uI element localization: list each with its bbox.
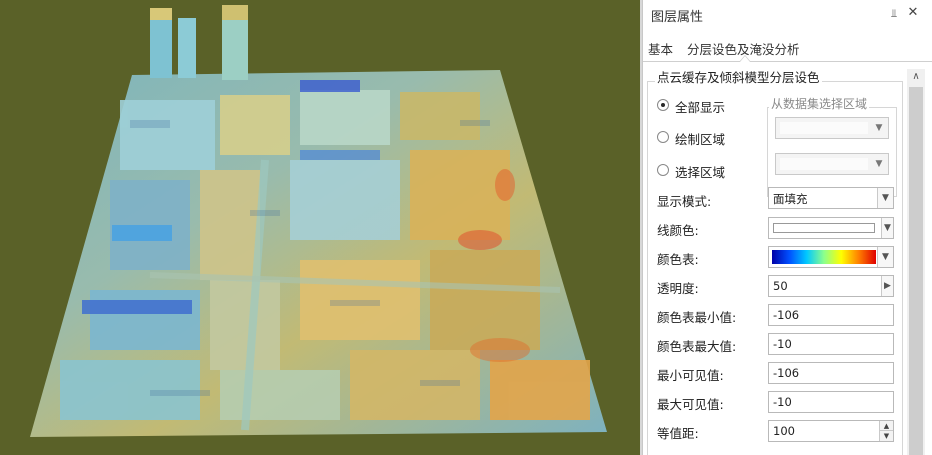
visible-min-label: 最小可见值: <box>657 368 724 383</box>
radio-dot[interactable] <box>657 164 669 176</box>
visible-max-label: 最大可见值: <box>657 397 724 412</box>
color-min-input[interactable]: -106 <box>768 304 894 326</box>
chevron-down-icon: ▼ <box>875 159 883 169</box>
interval-label: 等值距: <box>657 426 699 441</box>
close-icon[interactable]: ✕ <box>906 5 920 20</box>
color-max-value: -10 <box>773 337 792 351</box>
color-table-select[interactable]: ▼ <box>768 246 894 268</box>
color-table-label: 颜色表: <box>657 252 699 267</box>
display-mode-select[interactable]: 面填充 ▼ <box>768 187 894 209</box>
radio-label: 绘制区域 <box>675 132 726 147</box>
chevron-right-icon[interactable]: ▶ <box>881 276 893 296</box>
radio-label: 选择区域 <box>675 165 726 180</box>
line-color-swatch <box>773 223 875 233</box>
spin-down-icon[interactable]: ▼ <box>880 431 893 441</box>
visible-min-input[interactable]: -106 <box>768 362 894 384</box>
chevron-down-icon: ▼ <box>875 123 883 133</box>
oblique-model-render <box>30 5 607 437</box>
interval-stepper[interactable]: 100 ▲ ▼ <box>768 420 894 442</box>
color-max-label: 颜色表最大值: <box>657 339 737 354</box>
vertical-scrollbar[interactable]: ∧ <box>907 69 925 455</box>
display-mode-value: 面填充 <box>773 192 808 206</box>
tab-content: 点云缓存及倾斜模型分层设色 全部显示 绘制区域 选择区域 从数据集选择区域 ▼ … <box>643 63 932 455</box>
opacity-value: 50 <box>773 279 788 293</box>
chevron-down-icon[interactable]: ▼ <box>877 188 893 208</box>
opacity-input[interactable]: 50 ▶ <box>768 275 894 297</box>
region-group-title: 从数据集选择区域 <box>769 95 870 112</box>
spin-up-icon[interactable]: ▲ <box>880 421 893 431</box>
color-max-input[interactable]: -10 <box>768 333 894 355</box>
visible-min-value: -106 <box>773 366 800 380</box>
scene-viewport[interactable] <box>0 0 640 455</box>
radio-dot-selected[interactable] <box>657 99 669 111</box>
active-tab-indicator <box>739 55 751 62</box>
line-color-picker[interactable]: ▼ <box>768 217 894 239</box>
radio-dot[interactable] <box>657 131 669 143</box>
chevron-down-icon[interactable]: ▼ <box>881 218 893 238</box>
interval-value: 100 <box>773 424 795 438</box>
color-min-label: 颜色表最小值: <box>657 310 737 325</box>
chevron-down-icon[interactable]: ▼ <box>877 247 893 267</box>
pin-icon[interactable]: ⫫ <box>887 7 901 21</box>
color-ramp <box>772 250 876 264</box>
radio-label: 全部显示 <box>675 100 726 115</box>
panel-title: 图层属性 <box>651 10 704 25</box>
group-title: 点云缓存及倾斜模型分层设色 <box>655 67 822 86</box>
spin-buttons[interactable]: ▲ ▼ <box>879 421 893 441</box>
combo-field <box>780 158 868 170</box>
combo-field <box>780 122 868 134</box>
display-mode-label: 显示模式: <box>657 194 712 209</box>
scroll-up-icon[interactable]: ∧ <box>907 69 925 85</box>
visible-max-input[interactable]: -10 <box>768 391 894 413</box>
visible-max-value: -10 <box>773 395 792 409</box>
tab-basic[interactable]: 基本 <box>648 39 673 58</box>
tab-strip: 基本 分层设色及淹没分析 <box>643 34 932 62</box>
color-min-value: -106 <box>773 308 800 322</box>
layer-properties-panel: 图层属性 ⫫ ✕ 基本 分层设色及淹没分析 点云缓存及倾斜模型分层设色 全部显示… <box>642 0 932 455</box>
opacity-label: 透明度: <box>657 281 699 296</box>
datasource-combo: ▼ <box>775 117 889 139</box>
scroll-thumb[interactable] <box>909 87 923 455</box>
dataset-combo: ▼ <box>775 153 889 175</box>
line-color-label: 线颜色: <box>657 223 699 238</box>
